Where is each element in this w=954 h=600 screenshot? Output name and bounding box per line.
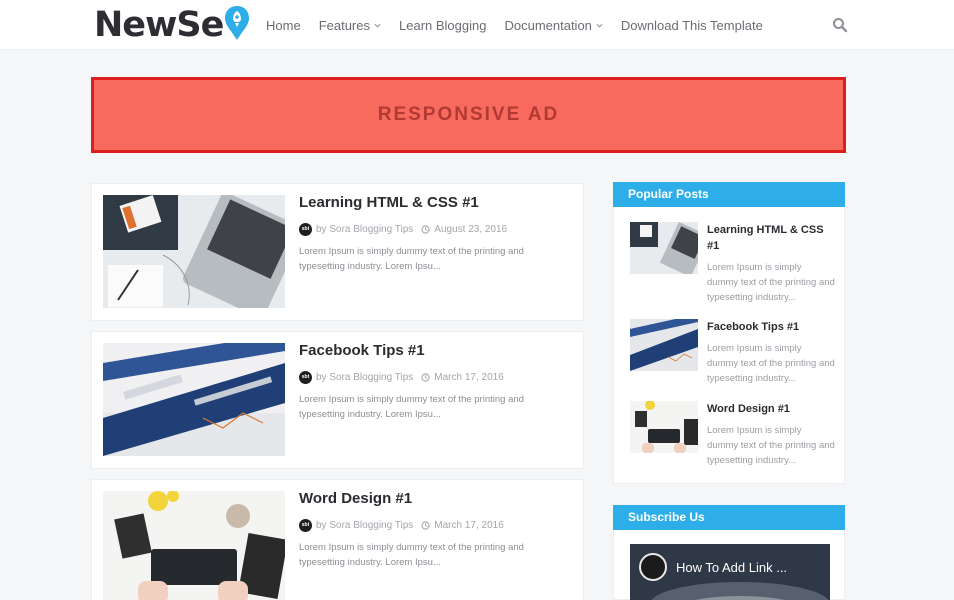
popular-post-thumbnail[interactable]: [630, 401, 698, 453]
popular-post-thumbnail[interactable]: [630, 222, 698, 274]
popular-post-excerpt: Lorem Ipsum is simply dummy text of the …: [707, 343, 835, 384]
responsive-ad[interactable]: RESPONSIVE AD: [91, 77, 846, 153]
search-icon[interactable]: [832, 17, 848, 33]
video-title[interactable]: How To Add Link ...: [676, 560, 787, 575]
post-date: March 17, 2016: [434, 519, 504, 531]
clock-icon: [421, 520, 430, 530]
popular-post-title[interactable]: Learning HTML & CSS #1: [707, 222, 835, 254]
post-thumbnail[interactable]: [103, 491, 285, 600]
nav-item-label: Home: [266, 17, 301, 33]
post-thumbnail[interactable]: [103, 343, 285, 456]
nav-item-features[interactable]: Features: [319, 18, 381, 33]
nav-item-learn-blogging[interactable]: Learn Blogging: [399, 18, 486, 33]
nav-item-download-template[interactable]: Download This Template: [621, 18, 763, 33]
post-title[interactable]: Facebook Tips #1: [299, 342, 425, 359]
nav-item-label: Learn Blogging: [399, 17, 487, 33]
popular-post-excerpt: Lorem Ipsum is simply dummy text of the …: [707, 425, 835, 466]
logo-text: NewSe: [94, 5, 224, 45]
rocket-pin-icon: [225, 6, 250, 40]
post-author[interactable]: by Sora Blogging Tips: [316, 520, 413, 531]
chevron-down-icon: [596, 23, 603, 28]
nav-item-home[interactable]: Home: [266, 18, 301, 33]
clock-icon: [421, 224, 430, 234]
popular-post-item: Facebook Tips #1 Lorem Ipsum is simply d…: [630, 319, 835, 389]
post-meta: sbt by Sora Blogging Tips August 23, 201…: [299, 222, 507, 236]
author-avatar: sbt: [299, 222, 312, 236]
nav-item-label: Download This Template: [620, 17, 763, 33]
main-nav: Home Features Learn Blogging Documentati…: [266, 0, 781, 50]
site-header: NewSe Home Features Learn Blogging Docum…: [0, 0, 954, 50]
popular-post-title[interactable]: Facebook Tips #1: [707, 319, 835, 335]
chevron-down-icon: [374, 23, 381, 28]
post-meta: sbt by Sora Blogging Tips March 17, 2016: [299, 370, 504, 384]
ad-label: RESPONSIVE AD: [377, 104, 560, 125]
subscribe-title: Subscribe Us: [613, 505, 845, 530]
author-avatar: sbt: [299, 518, 312, 532]
site-logo[interactable]: NewSe: [94, 4, 250, 46]
post-title[interactable]: Word Design #1: [299, 490, 412, 507]
post-thumbnail[interactable]: [103, 195, 285, 308]
post-card: Learning HTML & CSS #1 sbt by Sora Blogg…: [91, 183, 584, 321]
nav-item-documentation[interactable]: Documentation: [504, 17, 603, 33]
post-title[interactable]: Learning HTML & CSS #1: [299, 194, 479, 211]
post-card: Word Design #1 sbt by Sora Blogging Tips…: [91, 479, 584, 600]
post-author[interactable]: by Sora Blogging Tips: [316, 224, 413, 235]
popular-post-excerpt: Lorem Ipsum is simply dummy text of the …: [707, 262, 835, 303]
video-channel-avatar[interactable]: [639, 553, 667, 581]
clock-icon: [421, 372, 430, 382]
post-date: August 23, 2016: [434, 223, 508, 235]
post-author[interactable]: by Sora Blogging Tips: [316, 372, 413, 383]
post-meta: sbt by Sora Blogging Tips March 17, 2016: [299, 518, 504, 532]
post-date: March 17, 2016: [434, 371, 504, 383]
nav-item-label: Features: [318, 17, 370, 33]
popular-post-thumbnail[interactable]: [630, 319, 698, 371]
subscribe-widget: How To Add Link ...: [613, 530, 845, 600]
popular-post-item: Learning HTML & CSS #1 Lorem Ipsum is si…: [630, 222, 835, 307]
post-excerpt: Lorem Ipsum is simply dummy text of the …: [299, 394, 524, 420]
popular-posts-title: Popular Posts: [613, 182, 845, 207]
post-excerpt: Lorem Ipsum is simply dummy text of the …: [299, 246, 524, 272]
popular-post-title[interactable]: Word Design #1: [707, 401, 835, 417]
post-excerpt: Lorem Ipsum is simply dummy text of the …: [299, 542, 524, 568]
popular-posts-widget: Learning HTML & CSS #1 Lorem Ipsum is si…: [613, 207, 845, 484]
popular-post-item: Word Design #1 Lorem Ipsum is simply dum…: [630, 401, 835, 471]
author-avatar: sbt: [299, 370, 312, 384]
nav-item-label: Documentation: [504, 17, 592, 33]
post-card: Facebook Tips #1 sbt by Sora Blogging Ti…: [91, 331, 584, 469]
embedded-video[interactable]: How To Add Link ...: [630, 544, 830, 600]
